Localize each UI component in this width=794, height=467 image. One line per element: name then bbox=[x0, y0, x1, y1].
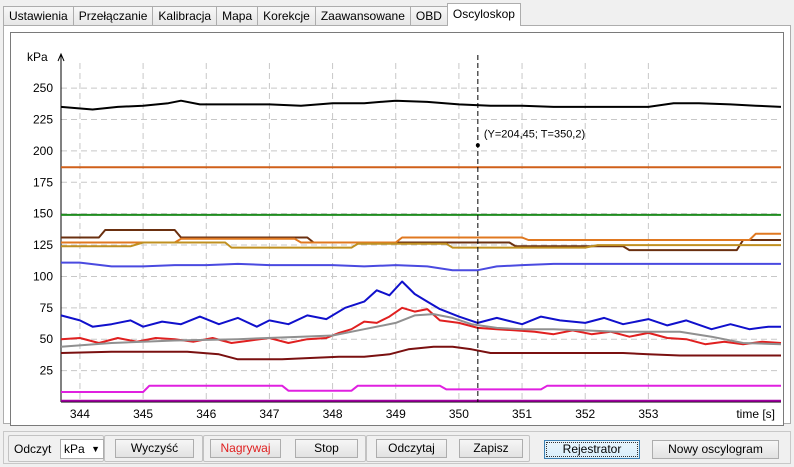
x-tick-label: 344 bbox=[70, 407, 90, 421]
series-line-4 bbox=[61, 232, 781, 244]
series-line-9 bbox=[60, 313, 782, 348]
file-group: Odczytaj Zapisz bbox=[366, 435, 530, 462]
recorder-button[interactable]: Rejestrator bbox=[544, 440, 640, 459]
x-tick-label: 348 bbox=[323, 407, 343, 421]
y-tick-label: 175 bbox=[33, 175, 53, 189]
save-button[interactable]: Zapisz bbox=[459, 439, 523, 458]
series-line-6 bbox=[61, 261, 781, 272]
x-tick-label: 352 bbox=[575, 407, 595, 421]
read-button[interactable]: Odczytaj bbox=[376, 439, 447, 458]
y-tick-label: 200 bbox=[33, 144, 53, 158]
oscilloscope-chart[interactable]: 25 50 75 100 125 150 175 200 225 250 344 345 346 347 3… bbox=[10, 32, 784, 426]
unit-label: Odczyt bbox=[14, 442, 52, 456]
x-axis-label: time [s] bbox=[736, 407, 775, 421]
unit-group: Odczyt kPa ▼ bbox=[8, 435, 104, 462]
x-tick-label: 353 bbox=[638, 407, 658, 421]
series-line-0 bbox=[60, 99, 782, 111]
new-oscillogram-button[interactable]: Nowy oscylogram bbox=[652, 440, 779, 459]
chart-svg[interactable]: 25 50 75 100 125 150 175 200 225 250 344 345 346 347 3… bbox=[11, 33, 783, 425]
series-line-7 bbox=[60, 280, 781, 331]
tab-prze-czanie[interactable]: Przełączanie bbox=[72, 6, 154, 26]
record-button[interactable]: Nagrywaj bbox=[210, 439, 281, 458]
series-line-11 bbox=[61, 384, 781, 393]
x-tick-label: 347 bbox=[259, 407, 279, 421]
y-tick-label: 25 bbox=[40, 364, 54, 378]
tab-oscyloskop[interactable]: Oscyloskop bbox=[446, 3, 521, 26]
y-tick-label: 125 bbox=[33, 238, 53, 252]
x-tick-label: 350 bbox=[449, 407, 469, 421]
tab-ustawienia[interactable]: Ustawienia bbox=[3, 6, 74, 26]
y-tick-label: 250 bbox=[33, 81, 53, 95]
clear-group: Wyczyść bbox=[104, 435, 203, 462]
series-line-10 bbox=[60, 345, 781, 361]
cursor-readout: (Y=204,45; T=350,2) bbox=[484, 128, 585, 140]
unit-select[interactable]: kPa ▼ bbox=[60, 439, 104, 459]
tab-bar: Ustawienia Przełączanie Kalibracja Mapa Kore… bbox=[3, 3, 521, 26]
cursor-marker bbox=[475, 143, 480, 148]
x-tick-label: 351 bbox=[512, 407, 532, 421]
tab-kalibracja[interactable]: Kalibracja bbox=[152, 6, 218, 26]
x-tick-label: 349 bbox=[386, 407, 406, 421]
y-tick-label: 50 bbox=[40, 332, 54, 346]
unit-value: kPa bbox=[64, 442, 85, 456]
chevron-down-icon: ▼ bbox=[91, 444, 100, 454]
bottom-toolbar: Odczyt kPa ▼ Wyczyść Nagrywaj Stop Odczy… bbox=[3, 431, 791, 464]
y-axis-label: kPa bbox=[27, 50, 48, 64]
y-tick-label: 100 bbox=[33, 269, 53, 283]
tab-mapa[interactable]: Mapa bbox=[216, 6, 259, 26]
x-tick-label: 345 bbox=[133, 407, 153, 421]
record-group: Nagrywaj Stop bbox=[203, 435, 366, 462]
clear-button[interactable]: Wyczyść bbox=[115, 439, 194, 458]
y-tick-label: 225 bbox=[33, 113, 53, 127]
tab-zaawansowane[interactable]: Zaawansowane bbox=[314, 6, 411, 26]
y-tick-label: 75 bbox=[40, 301, 54, 315]
y-tick-label: 150 bbox=[33, 207, 53, 221]
tab-obd[interactable]: OBD bbox=[409, 6, 448, 26]
tab-korekcje[interactable]: Korekcje bbox=[257, 6, 316, 26]
x-tick-label: 346 bbox=[196, 407, 216, 421]
stop-button[interactable]: Stop bbox=[295, 439, 358, 458]
